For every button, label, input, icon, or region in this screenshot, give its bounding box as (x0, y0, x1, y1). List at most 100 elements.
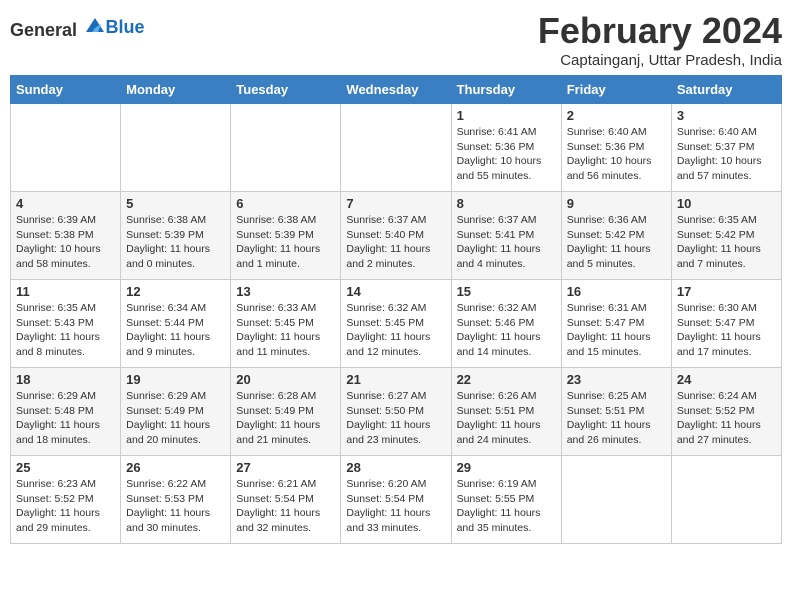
calendar-cell: 26Sunrise: 6:22 AM Sunset: 5:53 PM Dayli… (121, 456, 231, 544)
calendar-cell: 17 Sunrise: 6:30 AM Sunset: 5:47 PM Dayli… (671, 280, 781, 368)
calendar-cell: 7 Sunrise: 6:37 AM Sunset: 5:40 PM Daylig… (341, 192, 451, 280)
cell-date-number: 17 (677, 284, 776, 299)
calendar-cell: 28 Sunrise: 6:20 AM Sunset: 5:54 PM Dayli… (341, 456, 451, 544)
calendar-cell: 12Sunrise: 6:34 AM Sunset: 5:44 PM Dayli… (121, 280, 231, 368)
cell-info-text: Sunrise: 6:30 AM Sunset: 5:47 PM Dayligh… (677, 301, 776, 360)
calendar-cell: 18 Sunrise: 6:29 AM Sunset: 5:48 PM Dayli… (11, 368, 121, 456)
cell-date-number: 14 (346, 284, 445, 299)
cell-date-number: 25 (16, 460, 115, 475)
cell-info-text: Sunrise: 6:29 AM Sunset: 5:48 PM Dayligh… (16, 389, 115, 448)
cell-info-text: Sunrise: 6:29 AM Sunset: 5:49 PM Dayligh… (126, 389, 225, 448)
cell-info-text: Sunrise: 6:26 AM Sunset: 5:51 PM Dayligh… (457, 389, 556, 448)
cell-info-text: Sunrise: 6:40 AM Sunset: 5:36 PM Dayligh… (567, 125, 666, 184)
logo: General Blue (10, 14, 145, 41)
cell-info-text: Sunrise: 6:21 AM Sunset: 5:54 PM Dayligh… (236, 477, 335, 536)
cell-info-text: Sunrise: 6:28 AM Sunset: 5:49 PM Dayligh… (236, 389, 335, 448)
cell-date-number: 20 (236, 372, 335, 387)
calendar-table: SundayMondayTuesdayWednesdayThursdayFrid… (10, 75, 782, 544)
day-header-wednesday: Wednesday (341, 76, 451, 104)
calendar-week-row: 1 Sunrise: 6:41 AM Sunset: 5:36 PM Daylig… (11, 104, 782, 192)
calendar-cell: 29 Sunrise: 6:19 AM Sunset: 5:55 PM Dayli… (451, 456, 561, 544)
cell-date-number: 21 (346, 372, 445, 387)
cell-info-text: Sunrise: 6:41 AM Sunset: 5:36 PM Dayligh… (457, 125, 556, 184)
cell-date-number: 4 (16, 196, 115, 211)
calendar-cell: 24Sunrise: 6:24 AM Sunset: 5:52 PM Dayli… (671, 368, 781, 456)
cell-info-text: Sunrise: 6:37 AM Sunset: 5:41 PM Dayligh… (457, 213, 556, 272)
calendar-week-row: 11 Sunrise: 6:35 AM Sunset: 5:43 PM Dayli… (11, 280, 782, 368)
cell-info-text: Sunrise: 6:19 AM Sunset: 5:55 PM Dayligh… (457, 477, 556, 536)
calendar-cell: 27 Sunrise: 6:21 AM Sunset: 5:54 PM Dayli… (231, 456, 341, 544)
cell-info-text: Sunrise: 6:40 AM Sunset: 5:37 PM Dayligh… (677, 125, 776, 184)
calendar-cell: 16 Sunrise: 6:31 AM Sunset: 5:47 PM Dayli… (561, 280, 671, 368)
cell-date-number: 22 (457, 372, 556, 387)
calendar-cell (341, 104, 451, 192)
calendar-cell: 11 Sunrise: 6:35 AM Sunset: 5:43 PM Dayli… (11, 280, 121, 368)
cell-date-number: 7 (346, 196, 445, 211)
day-header-monday: Monday (121, 76, 231, 104)
cell-date-number: 3 (677, 108, 776, 123)
cell-date-number: 15 (457, 284, 556, 299)
calendar-cell (121, 104, 231, 192)
calendar-cell: 3 Sunrise: 6:40 AM Sunset: 5:37 PM Daylig… (671, 104, 781, 192)
cell-date-number: 16 (567, 284, 666, 299)
calendar-header-row: SundayMondayTuesdayWednesdayThursdayFrid… (11, 76, 782, 104)
title-block: February 2024 Captainganj, Uttar Pradesh… (538, 10, 782, 69)
cell-date-number: 6 (236, 196, 335, 211)
calendar-cell: 20 Sunrise: 6:28 AM Sunset: 5:49 PM Dayli… (231, 368, 341, 456)
calendar-cell: 22 Sunrise: 6:26 AM Sunset: 5:51 PM Dayli… (451, 368, 561, 456)
cell-info-text: Sunrise: 6:25 AM Sunset: 5:51 PM Dayligh… (567, 389, 666, 448)
logo-icon (84, 14, 106, 36)
day-header-saturday: Saturday (671, 76, 781, 104)
cell-date-number: 29 (457, 460, 556, 475)
cell-date-number: 23 (567, 372, 666, 387)
cell-info-text: Sunrise: 6:39 AM Sunset: 5:38 PM Dayligh… (16, 213, 115, 272)
cell-info-text: Sunrise: 6:27 AM Sunset: 5:50 PM Dayligh… (346, 389, 445, 448)
cell-info-text: Sunrise: 6:20 AM Sunset: 5:54 PM Dayligh… (346, 477, 445, 536)
calendar-cell: 10 Sunrise: 6:35 AM Sunset: 5:42 PM Dayli… (671, 192, 781, 280)
logo-blue: Blue (106, 17, 145, 37)
day-header-tuesday: Tuesday (231, 76, 341, 104)
calendar-title: February 2024 (538, 10, 782, 52)
calendar-cell: 8Sunrise: 6:37 AM Sunset: 5:41 PM Daylig… (451, 192, 561, 280)
cell-info-text: Sunrise: 6:35 AM Sunset: 5:42 PM Dayligh… (677, 213, 776, 272)
cell-date-number: 27 (236, 460, 335, 475)
calendar-cell: 2 Sunrise: 6:40 AM Sunset: 5:36 PM Daylig… (561, 104, 671, 192)
logo-general: General (10, 20, 77, 40)
cell-info-text: Sunrise: 6:32 AM Sunset: 5:46 PM Dayligh… (457, 301, 556, 360)
cell-date-number: 11 (16, 284, 115, 299)
cell-info-text: Sunrise: 6:36 AM Sunset: 5:42 PM Dayligh… (567, 213, 666, 272)
calendar-cell: 6 Sunrise: 6:38 AM Sunset: 5:39 PM Daylig… (231, 192, 341, 280)
cell-date-number: 28 (346, 460, 445, 475)
cell-info-text: Sunrise: 6:33 AM Sunset: 5:45 PM Dayligh… (236, 301, 335, 360)
cell-date-number: 10 (677, 196, 776, 211)
calendar-week-row: 25 Sunrise: 6:23 AM Sunset: 5:52 PM Dayli… (11, 456, 782, 544)
cell-info-text: Sunrise: 6:23 AM Sunset: 5:52 PM Dayligh… (16, 477, 115, 536)
cell-date-number: 2 (567, 108, 666, 123)
cell-date-number: 26 (126, 460, 225, 475)
header: General Blue February 2024 Captainganj, … (10, 10, 782, 69)
cell-date-number: 19 (126, 372, 225, 387)
cell-date-number: 24 (677, 372, 776, 387)
calendar-cell: 4 Sunrise: 6:39 AM Sunset: 5:38 PM Daylig… (11, 192, 121, 280)
cell-info-text: Sunrise: 6:35 AM Sunset: 5:43 PM Dayligh… (16, 301, 115, 360)
calendar-cell (561, 456, 671, 544)
calendar-subtitle: Captainganj, Uttar Pradesh, India (538, 52, 782, 69)
cell-date-number: 5 (126, 196, 225, 211)
calendar-cell (231, 104, 341, 192)
day-header-thursday: Thursday (451, 76, 561, 104)
cell-date-number: 18 (16, 372, 115, 387)
cell-date-number: 1 (457, 108, 556, 123)
calendar-cell: 9Sunrise: 6:36 AM Sunset: 5:42 PM Daylig… (561, 192, 671, 280)
calendar-cell: 13Sunrise: 6:33 AM Sunset: 5:45 PM Dayli… (231, 280, 341, 368)
day-header-friday: Friday (561, 76, 671, 104)
calendar-cell: 1 Sunrise: 6:41 AM Sunset: 5:36 PM Daylig… (451, 104, 561, 192)
calendar-cell: 25 Sunrise: 6:23 AM Sunset: 5:52 PM Dayli… (11, 456, 121, 544)
calendar-week-row: 4 Sunrise: 6:39 AM Sunset: 5:38 PM Daylig… (11, 192, 782, 280)
calendar-cell: 5Sunrise: 6:38 AM Sunset: 5:39 PM Daylig… (121, 192, 231, 280)
calendar-cell: 15 Sunrise: 6:32 AM Sunset: 5:46 PM Dayli… (451, 280, 561, 368)
cell-info-text: Sunrise: 6:31 AM Sunset: 5:47 PM Dayligh… (567, 301, 666, 360)
calendar-cell (671, 456, 781, 544)
calendar-cell: 23 Sunrise: 6:25 AM Sunset: 5:51 PM Dayli… (561, 368, 671, 456)
cell-info-text: Sunrise: 6:38 AM Sunset: 5:39 PM Dayligh… (236, 213, 335, 272)
cell-info-text: Sunrise: 6:37 AM Sunset: 5:40 PM Dayligh… (346, 213, 445, 272)
